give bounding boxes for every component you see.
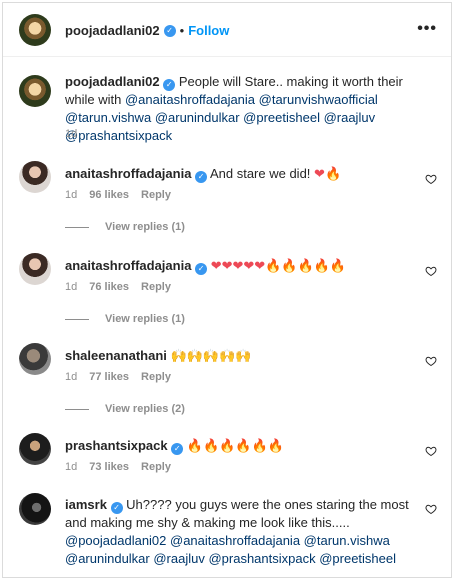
view-replies-button[interactable]: View replies (1) [65, 313, 185, 325]
header-username[interactable]: poojadadlani02 [65, 23, 160, 38]
comment-time: 1d [65, 281, 78, 293]
view-replies-label: View replies (2) [105, 403, 185, 415]
comment-username[interactable]: shaleenanathani [65, 348, 167, 363]
replies-divider [65, 226, 89, 228]
comment-body: And stare we did! [209, 166, 311, 181]
more-horizontal-icon[interactable]: ••• [417, 21, 437, 37]
avatar[interactable] [19, 161, 51, 193]
comment-emoji: ❤❤❤❤❤🔥🔥🔥🔥🔥 [210, 259, 347, 274]
comment-likes[interactable]: 73 likes [89, 461, 129, 473]
verified-badge-icon: ✓ [195, 171, 208, 183]
comment-meta: 1d 76 likes Reply [65, 281, 171, 293]
comment: prashantsixpack ✓ 🔥🔥🔥🔥🔥🔥 1d 73 likes Rep… [3, 433, 451, 479]
heart-icon[interactable] [425, 355, 437, 367]
caption-time: 1d [65, 128, 78, 140]
reply-button[interactable]: Reply [141, 461, 171, 473]
verified-badge-icon: ✓ [171, 443, 184, 455]
comment-likes[interactable]: 96 likes [89, 189, 129, 201]
caption-username[interactable]: poojadadlani02 [65, 74, 160, 89]
comment: anaitashroffadajania ✓ ❤❤❤❤❤🔥🔥🔥🔥🔥 1d 76 … [3, 253, 451, 329]
reply-button[interactable]: Reply [141, 281, 171, 293]
verified-badge-icon: ✓ [195, 263, 208, 275]
caption-meta: 1d [65, 128, 77, 140]
avatar[interactable] [19, 493, 51, 525]
avatar[interactable] [19, 14, 51, 46]
verified-badge-icon: ✓ [110, 502, 123, 514]
replies-divider [65, 408, 89, 410]
avatar[interactable] [19, 253, 51, 285]
comment-text: iamsrk ✓ Uh???? you guys were the ones s… [65, 496, 415, 568]
comment-emoji: ❤🔥 [314, 167, 342, 182]
view-replies-button[interactable]: View replies (1) [65, 221, 185, 233]
heart-icon[interactable] [425, 265, 437, 277]
verified-badge-icon: ✓ [163, 24, 176, 37]
comment-username[interactable]: prashantsixpack [65, 438, 168, 453]
post-comments-panel: poojadadlani02 ✓ • Follow ••• poojadadla… [2, 2, 452, 578]
reply-button[interactable]: Reply [141, 371, 171, 383]
avatar[interactable] [19, 343, 51, 375]
follow-button[interactable]: Follow [188, 23, 229, 38]
post-header: poojadadlani02 ✓ • Follow ••• [3, 3, 451, 57]
replies-divider [65, 318, 89, 320]
comment-likes[interactable]: 77 likes [89, 371, 129, 383]
reply-button[interactable]: Reply [141, 189, 171, 201]
comment-mentions-2[interactable]: @arunindulkar @raajluv @prashantsixpack … [65, 551, 396, 566]
comment: anaitashroffadajania ✓ And stare we did!… [3, 161, 451, 237]
verified-badge-icon: ✓ [163, 79, 176, 91]
view-replies-label: View replies (1) [105, 313, 185, 325]
comment-emoji: 🔥🔥🔥🔥🔥🔥 [186, 439, 284, 454]
comment-emoji: 🙌🙌🙌🙌🙌 [170, 349, 252, 364]
avatar[interactable] [19, 75, 51, 107]
caption: poojadadlani02 ✓ People will Stare.. mak… [3, 71, 451, 143]
separator-dot: • [179, 23, 185, 38]
comment-meta: 1d 77 likes Reply [65, 371, 171, 383]
comment-body-2: making me shy & making me look like this… [90, 515, 350, 530]
heart-icon[interactable] [425, 445, 437, 457]
comment-text: shaleenanathani 🙌🙌🙌🙌🙌 [65, 347, 415, 366]
comment-text: anaitashroffadajania ✓ ❤❤❤❤❤🔥🔥🔥🔥🔥 [65, 257, 415, 276]
comment-meta: 1d 96 likes Reply [65, 189, 171, 201]
comment-meta: 1d 73 likes Reply [65, 461, 171, 473]
avatar[interactable] [19, 433, 51, 465]
heart-icon[interactable] [425, 173, 437, 185]
header-user: poojadadlani02 ✓ • Follow [65, 23, 229, 38]
view-replies-button[interactable]: View replies (2) [65, 403, 185, 415]
comment-text: prashantsixpack ✓ 🔥🔥🔥🔥🔥🔥 [65, 437, 415, 456]
comment-username[interactable]: anaitashroffadajania [65, 166, 191, 181]
comment: iamsrk ✓ Uh???? you guys were the ones s… [3, 493, 451, 577]
comment-time: 1d [65, 371, 78, 383]
comment-time: 1d [65, 461, 78, 473]
comment-mentions-1[interactable]: @poojadadlani02 @anaitashroffadajania @t… [65, 533, 390, 548]
comment-text: anaitashroffadajania ✓ And stare we did!… [65, 165, 415, 184]
comment-time: 1d [65, 189, 78, 201]
caption-text: poojadadlani02 ✓ People will Stare.. mak… [65, 73, 415, 145]
comment-username[interactable]: iamsrk [65, 497, 107, 512]
comment-username[interactable]: anaitashroffadajania [65, 258, 191, 273]
comment-likes[interactable]: 76 likes [89, 281, 129, 293]
view-replies-label: View replies (1) [105, 221, 185, 233]
heart-icon[interactable] [425, 503, 437, 515]
comment: shaleenanathani 🙌🙌🙌🙌🙌 1d 77 likes Reply … [3, 343, 451, 419]
